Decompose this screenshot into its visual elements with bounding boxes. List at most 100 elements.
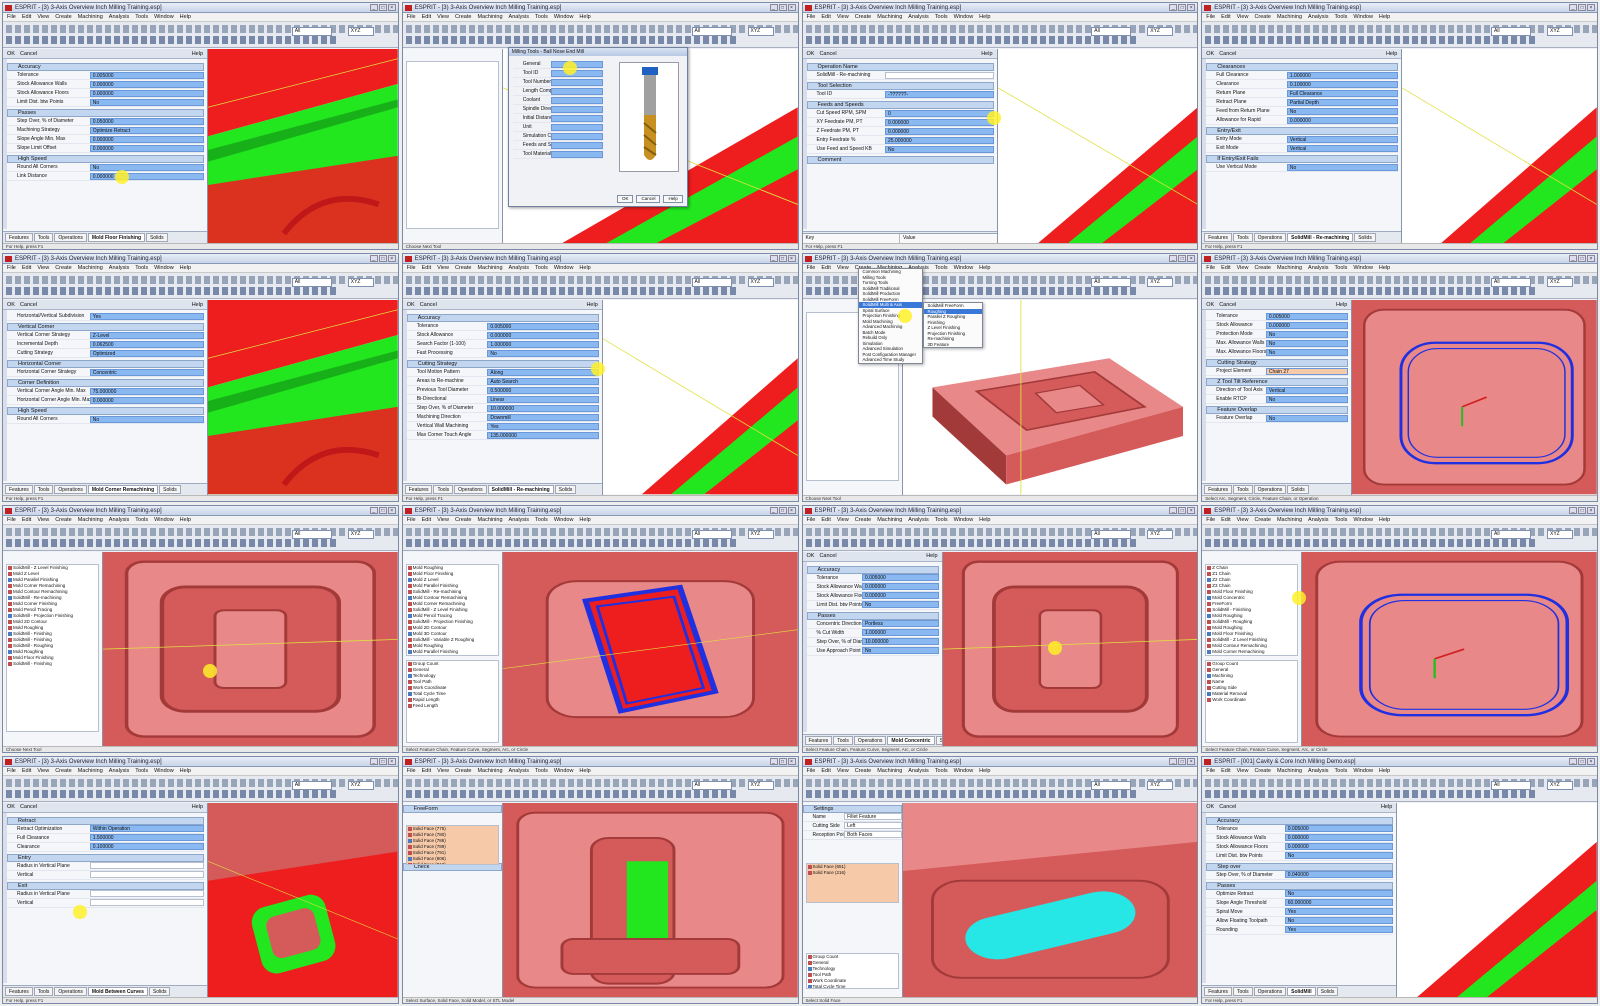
- parameter-value[interactable]: No: [1265, 330, 1349, 338]
- minimize-icon[interactable]: _: [1569, 757, 1577, 765]
- menu-tools[interactable]: Tools: [1335, 516, 1348, 524]
- tab-operations[interactable]: Operations: [1253, 484, 1287, 494]
- cancel-button[interactable]: Cancel: [1219, 804, 1236, 810]
- layer-combo[interactable]: All: [1091, 529, 1132, 539]
- menu-file[interactable]: File: [7, 516, 16, 524]
- minimize-icon[interactable]: _: [1169, 506, 1178, 514]
- parameter-value[interactable]: Partial Depth: [1286, 98, 1399, 106]
- maximize-icon[interactable]: □: [778, 255, 787, 263]
- tab-features[interactable]: Features: [404, 484, 433, 494]
- view-combo[interactable]: XYZ: [1547, 529, 1573, 539]
- graphics-viewport[interactable]: [502, 802, 798, 997]
- parameter-value[interactable]: Yes: [1284, 926, 1394, 934]
- parameter-group[interactable]: Cutting Strategy: [406, 360, 599, 369]
- menu-tools[interactable]: Tools: [935, 264, 948, 272]
- menu-edit[interactable]: Edit: [422, 767, 431, 775]
- menu-window[interactable]: Window: [954, 767, 974, 775]
- face-item[interactable]: Solid Face (216): [807, 870, 898, 876]
- layer-combo[interactable]: All: [1491, 27, 1531, 36]
- parameter-value[interactable]: No: [1284, 917, 1394, 925]
- parameter-value[interactable]: Yes: [1284, 908, 1394, 916]
- view-combo[interactable]: XYZ: [1147, 780, 1174, 790]
- layer-combo[interactable]: All: [1091, 278, 1132, 288]
- menu-machining[interactable]: Machining: [477, 767, 502, 775]
- parameter-group[interactable]: Feature Overlap: [1206, 406, 1349, 415]
- graphics-viewport[interactable]: [997, 49, 1198, 244]
- layer-combo[interactable]: All: [691, 529, 732, 539]
- help-button[interactable]: Help: [1386, 51, 1397, 57]
- tab-operations[interactable]: Operations: [1253, 233, 1287, 243]
- close-icon[interactable]: ×: [1587, 506, 1595, 514]
- parameter-value[interactable]: [89, 862, 204, 870]
- menu-analysis[interactable]: Analysis: [1308, 264, 1328, 272]
- parameter-value[interactable]: [550, 132, 603, 140]
- parameter-value[interactable]: Vertical: [1265, 386, 1349, 394]
- graphics-viewport[interactable]: [208, 49, 398, 244]
- menu-machining[interactable]: Machining: [78, 516, 103, 524]
- maximize-icon[interactable]: □: [378, 506, 387, 514]
- tab-current-operation[interactable]: SolidMill: [1287, 987, 1316, 996]
- menu-edit[interactable]: Edit: [1221, 516, 1230, 524]
- menu-analysis[interactable]: Analysis: [1308, 13, 1328, 21]
- layer-combo[interactable]: All: [1491, 780, 1531, 790]
- menu-analysis[interactable]: Analysis: [509, 767, 529, 775]
- parameter-value[interactable]: Along: [487, 368, 599, 376]
- menu-help[interactable]: Help: [1379, 13, 1390, 21]
- menu-machining[interactable]: Machining: [477, 516, 502, 524]
- tab-operations[interactable]: Operations: [1253, 987, 1287, 996]
- close-icon[interactable]: ×: [787, 757, 796, 765]
- parameter-value[interactable]: 0.000000: [861, 583, 939, 590]
- tab-solids[interactable]: Solids: [1354, 233, 1376, 243]
- toolbar[interactable]: All XYZ: [402, 524, 798, 551]
- parameter-group[interactable]: High Speed: [7, 155, 204, 163]
- minimize-icon[interactable]: _: [369, 4, 378, 11]
- menu-file[interactable]: File: [7, 767, 16, 775]
- menu-window[interactable]: Window: [154, 516, 174, 524]
- parameter-value[interactable]: 0.000000: [89, 172, 204, 180]
- parameter-value[interactable]: [550, 78, 603, 86]
- parameter-value[interactable]: No: [1286, 107, 1399, 115]
- tab-features[interactable]: Features: [5, 987, 33, 996]
- menu-machining[interactable]: Machining: [477, 13, 502, 21]
- tab-tools[interactable]: Tools: [833, 735, 853, 745]
- toolbar[interactable]: All XYZ: [1202, 775, 1597, 802]
- menu-edit[interactable]: Edit: [1221, 13, 1230, 21]
- menu-file[interactable]: File: [407, 767, 416, 775]
- menu-edit[interactable]: Edit: [22, 767, 31, 775]
- tab-features[interactable]: Features: [5, 484, 33, 494]
- menu-create[interactable]: Create: [455, 264, 472, 272]
- graphics-viewport[interactable]: [902, 802, 1198, 997]
- toolbar[interactable]: All XYZ: [1202, 524, 1597, 551]
- parameter-value[interactable]: No: [861, 647, 939, 654]
- menu-window[interactable]: Window: [554, 767, 574, 775]
- menu-file[interactable]: File: [407, 13, 416, 21]
- view-combo[interactable]: XYZ: [347, 27, 374, 36]
- menu-tools[interactable]: Tools: [135, 516, 148, 524]
- parameter-group[interactable]: Feeds and Speeds: [806, 101, 994, 109]
- maximize-icon[interactable]: □: [378, 255, 387, 263]
- parameter-value[interactable]: Concentric: [89, 368, 204, 376]
- minimize-icon[interactable]: _: [1569, 4, 1577, 11]
- tree-item[interactable]: SolidMill - Finishing: [7, 661, 98, 667]
- menu-view[interactable]: View: [1237, 13, 1249, 21]
- tab-solids[interactable]: Solids: [159, 484, 181, 494]
- parameter-value[interactable]: Vertical: [1286, 135, 1399, 143]
- view-combo[interactable]: XYZ: [347, 780, 374, 790]
- tab-current-operation[interactable]: Mold Floor Finishing: [87, 233, 146, 243]
- parameter-value[interactable]: 10.000000: [861, 638, 939, 645]
- parameter-group[interactable]: Cutting Strategy: [1206, 359, 1349, 368]
- maximize-icon[interactable]: □: [1178, 255, 1187, 263]
- parameter-value[interactable]: 0.005000: [1265, 312, 1349, 320]
- menu-help[interactable]: Help: [180, 516, 191, 524]
- maximize-icon[interactable]: □: [1578, 4, 1586, 11]
- parameter-value[interactable]: 0.005000: [861, 574, 939, 581]
- close-icon[interactable]: ×: [1187, 255, 1196, 263]
- layer-combo[interactable]: All: [691, 780, 732, 790]
- parameter-value[interactable]: 0.050000: [89, 117, 204, 125]
- parameter-group[interactable]: Passes: [1206, 881, 1394, 890]
- menu-edit[interactable]: Edit: [422, 516, 431, 524]
- parameter-group[interactable]: Accuracy: [406, 314, 599, 323]
- minimize-icon[interactable]: _: [1569, 506, 1577, 514]
- tab-operations[interactable]: Operations: [54, 987, 87, 996]
- parameter-value[interactable]: 0.100000: [1286, 80, 1399, 88]
